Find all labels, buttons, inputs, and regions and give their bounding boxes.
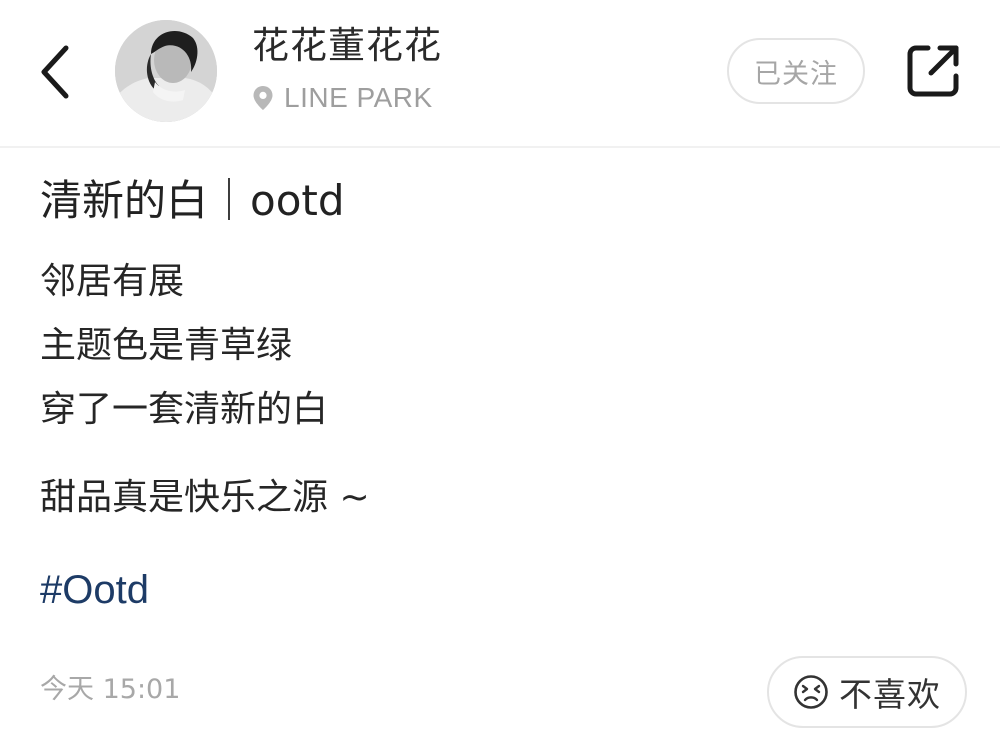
share-external-icon (907, 45, 959, 97)
post-line: 邻居有展 (40, 261, 185, 302)
author-avatar[interactable] (115, 20, 217, 122)
dislike-button[interactable]: 不喜欢 (767, 656, 967, 728)
unhappy-face-icon (794, 675, 828, 709)
location-pin-icon (253, 86, 273, 110)
post-line: 主题色是青草绿 (40, 325, 293, 366)
post-line: 穿了一套清新的白 (40, 389, 329, 430)
post-header: 花花董花花 LINE PARK 已关注 (0, 0, 1000, 148)
post-body: 邻居有展 主题色是青草绿 穿了一套清新的白 甜品真是快乐之源 ~ (40, 250, 960, 530)
location-tag[interactable]: LINE PARK (252, 78, 433, 118)
hashtag-link[interactable]: #Ootd (40, 560, 149, 620)
back-button[interactable] (34, 40, 78, 104)
follow-button[interactable]: 已关注 (727, 38, 865, 104)
chevron-left-icon (41, 45, 69, 99)
post-title: 清新的白｜ootd (40, 176, 345, 225)
author-name[interactable]: 花花董花花 (252, 20, 442, 72)
post-closing-line: 甜品真是快乐之源 ~ (40, 477, 370, 518)
post-timestamp: 今天 15:01 (40, 674, 181, 705)
share-button[interactable] (904, 42, 962, 100)
avatar-photo (115, 20, 217, 122)
location-label: LINE PARK (284, 82, 433, 113)
dislike-label: 不喜欢 (839, 675, 941, 714)
